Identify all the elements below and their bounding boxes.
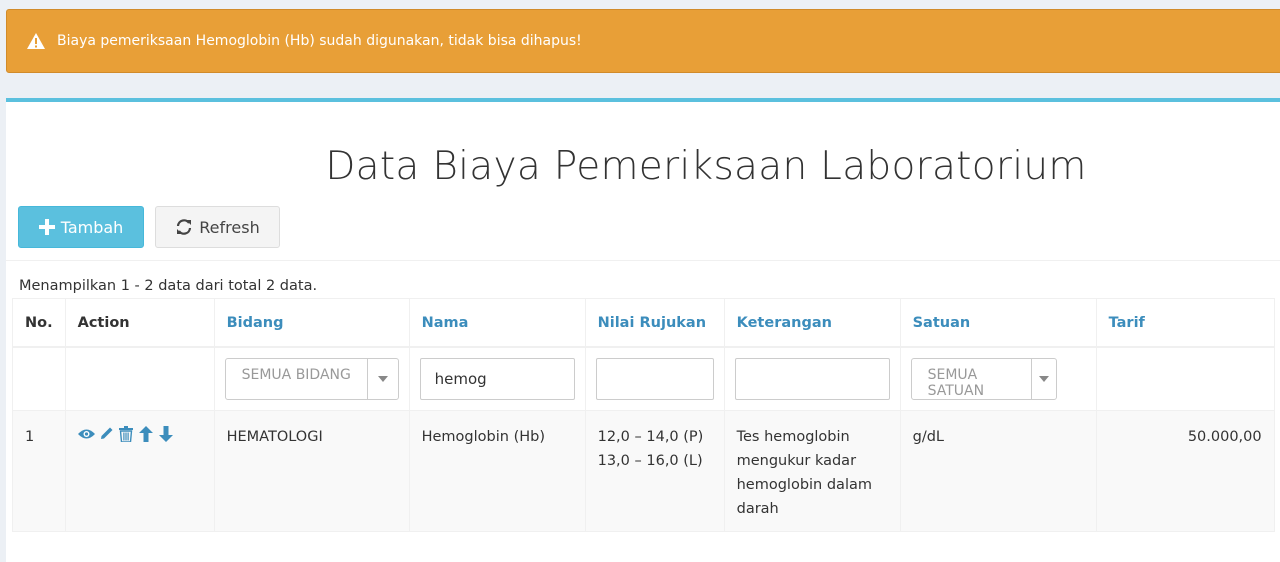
filter-cell-tarif (1095, 346, 1275, 411)
cell-nama: Hemoglobin (Hb) (408, 410, 586, 532)
filter-cell-action (64, 346, 215, 411)
cell-keterangan: Tes hemoglobin mengukur kadar hemoglobin… (723, 410, 901, 532)
satuan-select-value: SEMUA SATUAN (927, 367, 985, 399)
trash-icon[interactable] (118, 425, 135, 442)
filter-cell-keterangan (723, 346, 901, 411)
cell-action (64, 410, 215, 532)
keterangan-line: darah (736, 501, 779, 517)
refresh-button[interactable]: Refresh (155, 206, 280, 248)
keterangan-line: mengukur kadar (736, 453, 857, 469)
header-tarif[interactable]: Tarif (1095, 298, 1275, 348)
content-box: Data Biaya Pemeriksaan Laboratorium Tamb… (6, 98, 1280, 562)
alert-message: Biaya pemeriksaan Hemoglobin (Hb) sudah … (57, 33, 582, 49)
nilai-rujukan-filter-input[interactable] (595, 358, 714, 400)
bidang-select-value: SEMUA BIDANG (241, 367, 351, 383)
filter-cell-bidang: SEMUA BIDANG (213, 346, 410, 411)
filter-cell-nama (408, 346, 586, 411)
plus-icon (38, 219, 55, 235)
row-actions (77, 425, 202, 442)
add-button-label: Tambah (60, 217, 124, 237)
filter-row: SEMUA BIDANG SEMUA S (12, 346, 1275, 411)
cell-no: 1 (12, 410, 66, 532)
header-nama[interactable]: Nama (408, 298, 586, 348)
data-table: No. Action Bidang Nama Nilai Rujukan Ket… (12, 298, 1275, 532)
eye-icon[interactable] (77, 425, 95, 442)
cell-bidang: HEMATOLOGI (213, 410, 410, 532)
divider (6, 260, 1280, 261)
satuan-select[interactable]: SEMUA SATUAN (910, 358, 1057, 400)
pencil-icon[interactable] (98, 425, 115, 442)
alert-warning: Biaya pemeriksaan Hemoglobin (Hb) sudah … (6, 9, 1280, 73)
bidang-select[interactable]: SEMUA BIDANG (224, 358, 399, 400)
cell-nilai-rujukan: 12,0 – 14,0 (P) 13,0 – 16,0 (L) (584, 410, 725, 532)
filter-cell-satuan: SEMUA SATUAN (899, 346, 1097, 411)
keterangan-line: Tes hemoglobin (736, 429, 850, 445)
add-button[interactable]: Tambah (18, 206, 144, 248)
cell-tarif: 50.000,00 (1095, 410, 1275, 532)
cell-satuan: g/dL (899, 410, 1097, 532)
keterangan-filter-input[interactable] (734, 358, 890, 400)
header-keterangan[interactable]: Keterangan (723, 298, 901, 348)
header-no: No. (12, 298, 66, 348)
arrow-up-icon[interactable] (138, 425, 155, 442)
filter-cell-nilai-rujukan (584, 346, 725, 411)
caret-down-icon (1030, 359, 1056, 399)
nama-filter-input[interactable] (419, 358, 575, 400)
header-bidang[interactable]: Bidang (213, 298, 410, 348)
warning-icon (27, 31, 47, 51)
table-header-row: No. Action Bidang Nama Nilai Rujukan Ket… (12, 298, 1275, 348)
page-title: Data Biaya Pemeriksaan Laboratorium (325, 144, 1087, 189)
arrow-down-icon[interactable] (158, 425, 175, 442)
summary-text: Menampilkan 1 - 2 data dari total 2 data… (19, 278, 318, 294)
nilai-rujukan-line: 13,0 – 16,0 (L) (597, 453, 703, 469)
table-row: 1 HEMATOLOGI Hemoglobin (Hb) 12,0 – 14,0… (12, 410, 1275, 532)
header-action: Action (64, 298, 215, 348)
nilai-rujukan-line: 12,0 – 14,0 (P) (597, 429, 704, 445)
filter-cell-no (12, 346, 66, 411)
caret-down-icon (366, 359, 398, 399)
refresh-icon (175, 218, 193, 236)
header-nilai-rujukan[interactable]: Nilai Rujukan (584, 298, 725, 348)
keterangan-line: hemoglobin dalam (736, 477, 872, 493)
header-satuan[interactable]: Satuan (899, 298, 1097, 348)
refresh-button-label: Refresh (199, 217, 260, 237)
